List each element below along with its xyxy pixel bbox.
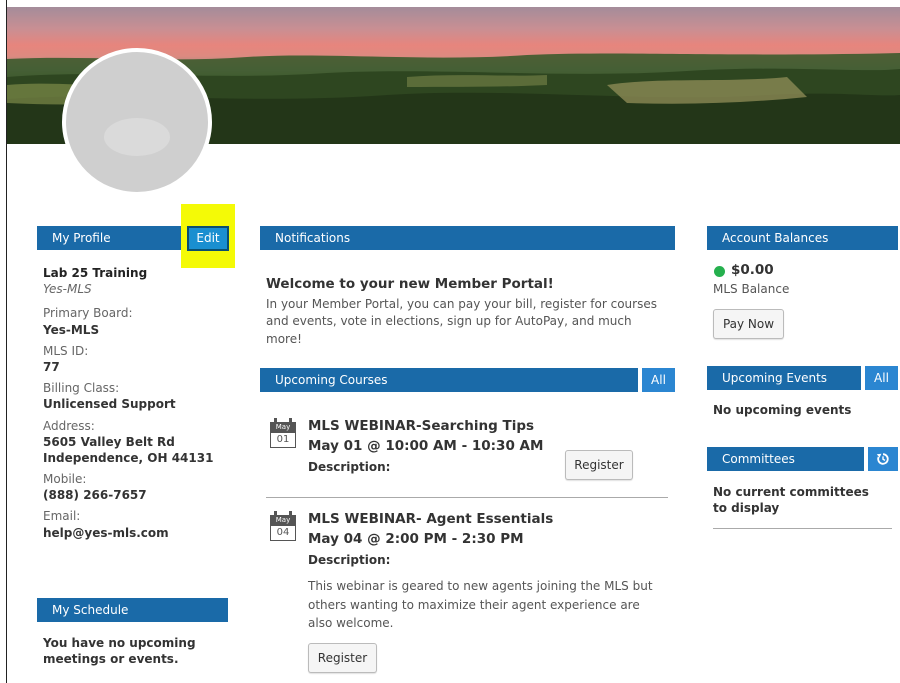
register-button[interactable]: Register [565,450,633,480]
calendar-day: 01 [270,433,296,448]
edit-profile-button[interactable]: Edit [187,226,229,251]
mobile-value: (888) 266-7657 [43,488,147,503]
calendar-month: May [270,515,296,526]
mobile-label: Mobile: [43,472,87,487]
course-time: May 01 @ 10:00 AM - 10:30 AM [308,438,544,454]
refresh-icon [876,453,889,465]
my-schedule-header: My Schedule [37,598,228,622]
primary-board-value: Yes-MLS [43,322,100,337]
upcoming-events-header: Upcoming Events [707,366,861,390]
course-description-label: Description: [308,460,391,474]
top-margin [0,0,900,6]
profile-org: Yes-MLS [43,282,92,297]
course-title[interactable]: MLS WEBINAR-Searching Tips [308,418,534,434]
profile-name: Lab 25 Training [43,266,148,280]
primary-board-label: Primary Board: [43,306,133,321]
balance-label: MLS Balance [713,282,790,296]
course-title[interactable]: MLS WEBINAR- Agent Essentials [308,511,553,527]
my-profile-header: My Profile [37,226,183,250]
calendar-day: 04 [270,526,296,541]
billing-class-label: Billing Class: [43,381,120,396]
status-dot-icon [714,266,725,277]
notifications-header: Notifications [260,226,675,250]
committees-divider [713,528,892,529]
events-empty-text: No upcoming events [713,403,852,417]
account-balances-header: Account Balances [707,226,898,250]
email-label: Email: [43,509,81,524]
courses-all-button[interactable]: All [642,368,675,392]
address-line2: Independence, OH 44131 [43,450,214,465]
welcome-body: In your Member Portal, you can pay your … [266,297,657,346]
email-value: help@yes-mls.com [43,525,169,540]
committees-refresh-button[interactable] [868,447,898,471]
register-button[interactable]: Register [308,643,377,673]
course-description: This webinar is geared to new agents joi… [308,579,653,631]
course-time: May 04 @ 2:00 PM - 2:30 PM [308,531,524,547]
upcoming-courses-header: Upcoming Courses [260,368,638,392]
welcome-title: Welcome to your new Member Portal! [266,276,554,292]
schedule-empty-text: You have no upcoming meetings or events. [43,636,196,666]
course-description-label: Description: [308,553,391,567]
committees-header: Committees [707,447,864,471]
pay-now-button[interactable]: Pay Now [713,309,784,339]
mls-id-label: MLS ID: [43,343,89,358]
avatar-placeholder [104,118,170,156]
committees-empty-text: No current committees to display [713,485,869,515]
calendar-icon: May 04 [270,511,296,541]
balance-amount: $0.00 [731,262,774,278]
address-line1: 5605 Valley Belt Rd [43,434,175,449]
calendar-month: May [270,422,296,433]
course-divider [266,497,668,498]
profile-avatar[interactable] [62,48,212,196]
events-all-button[interactable]: All [865,366,898,390]
calendar-icon: May 01 [270,418,296,448]
mls-id-value: 77 [43,359,60,374]
billing-class-value: Unlicensed Support [43,397,176,412]
profile-details: Lab 25 Training Yes-MLS Primary Board: Y… [43,265,233,541]
address-label: Address: [43,418,95,433]
